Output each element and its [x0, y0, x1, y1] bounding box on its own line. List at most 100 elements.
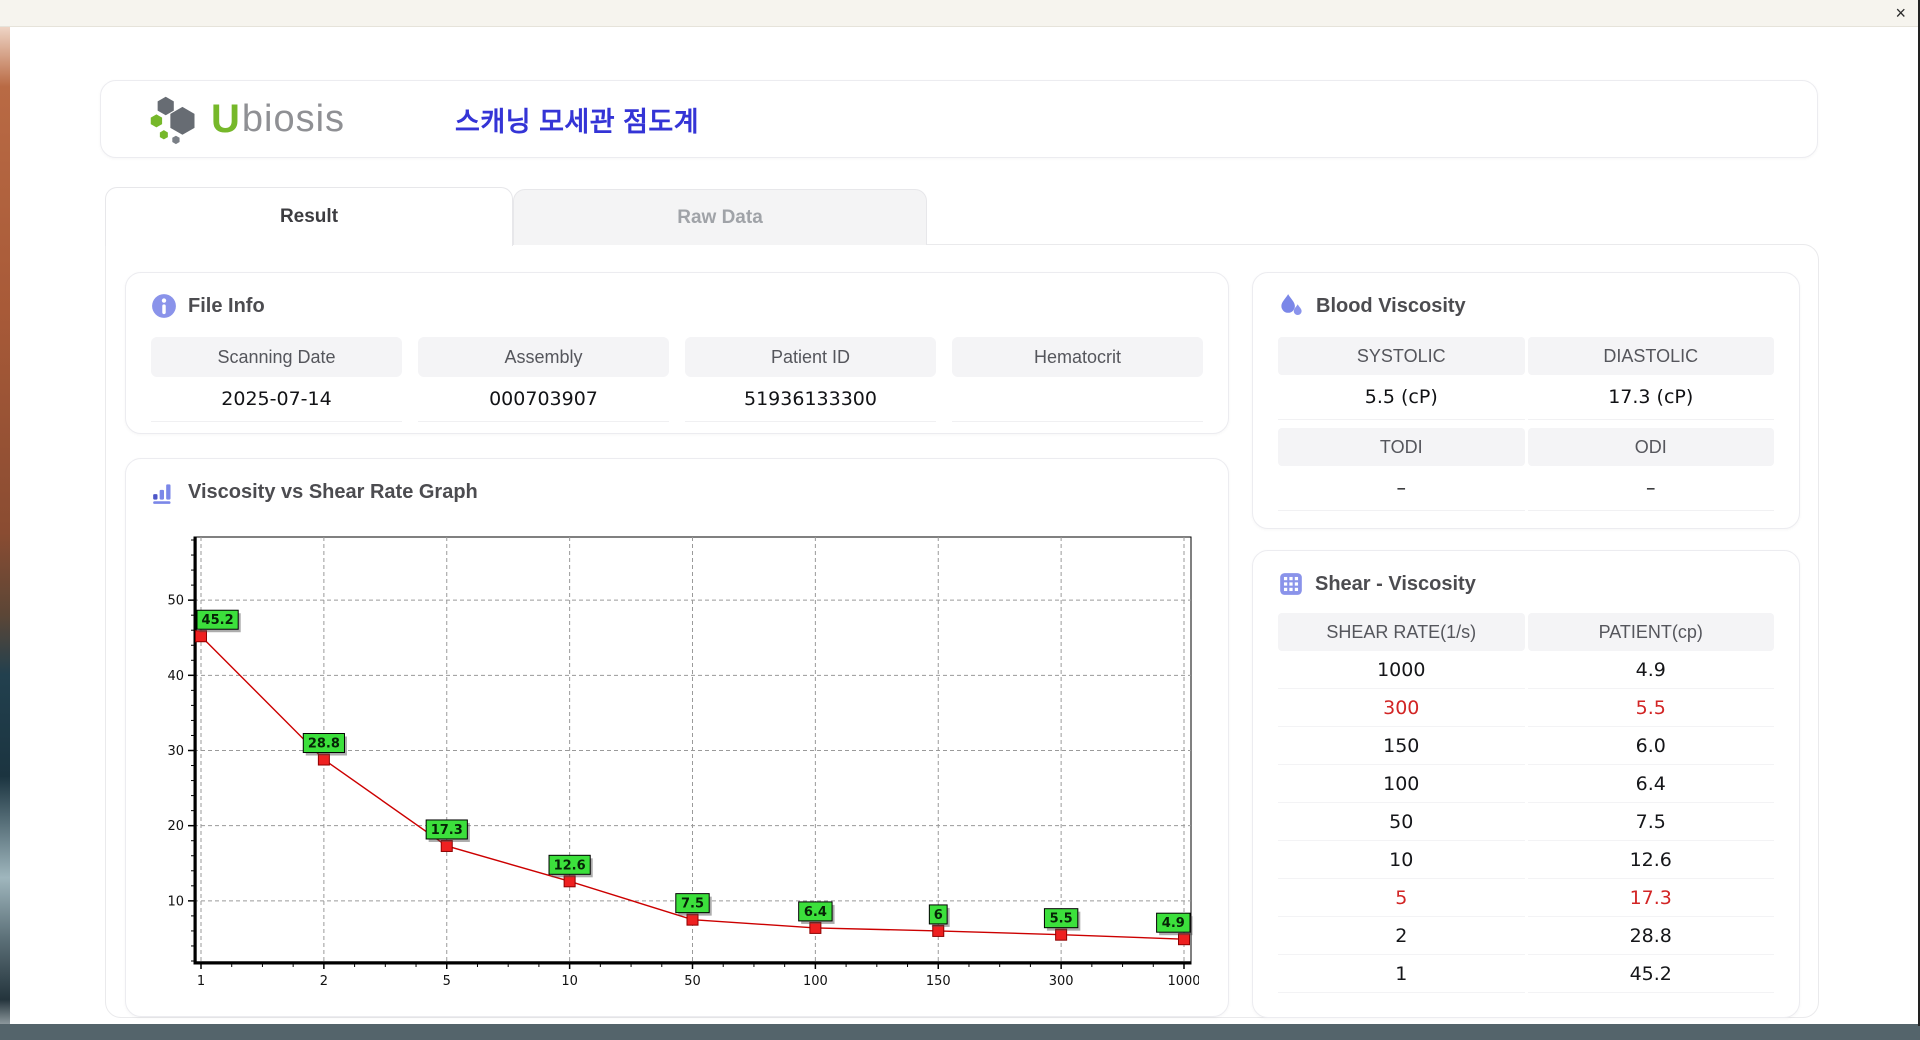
table-row: 150 6.0 [1278, 727, 1774, 765]
patient-cell: 6.0 [1527, 727, 1774, 765]
patient-cell: 45.2 [1527, 955, 1774, 993]
field-value [952, 377, 1203, 422]
field-label: Assembly [418, 337, 669, 377]
svg-text:5.5: 5.5 [1050, 912, 1073, 927]
logo-text-u: U [211, 96, 240, 141]
viscosity-graph-card: Viscosity vs Shear Rate Graph 10 20 30 40 50… [125, 458, 1229, 1017]
field-value: 000703907 [418, 377, 669, 422]
svg-text:1: 1 [197, 974, 205, 989]
shear-rate-cell: 100 [1278, 765, 1525, 803]
svg-text:50: 50 [684, 974, 701, 989]
patient-cell: 17.3 [1527, 879, 1774, 917]
svg-text:12.6: 12.6 [554, 858, 586, 873]
svg-text:40: 40 [167, 669, 184, 684]
field-hematocrit: Hematocrit [952, 337, 1203, 422]
svg-text:28.8: 28.8 [308, 737, 340, 752]
shear-rate-cell: 2 [1278, 917, 1525, 955]
file-info-title: File Info [188, 294, 265, 317]
shear-viscosity-card: Shear - Viscosity SHEAR RATE(1/s) PATIEN… [1252, 550, 1800, 1018]
page-title: 스캐닝 모세관 점도계 [455, 106, 700, 137]
patient-cell: 7.5 [1527, 803, 1774, 841]
systolic-header: SYSTOLIC [1278, 337, 1525, 375]
desktop-background-bottom [0, 1024, 1920, 1040]
field-value: 51936133300 [685, 377, 936, 422]
column-header-patient: PATIENT(cp) [1527, 613, 1774, 651]
table-grid-icon [1280, 573, 1302, 595]
column-header-shear-rate: SHEAR RATE(1/s) [1278, 613, 1525, 651]
shear-rate-cell: 10 [1278, 841, 1525, 879]
svg-text:1000: 1000 [1167, 974, 1199, 989]
graph-title: Viscosity vs Shear Rate Graph [188, 480, 478, 503]
window-titlebar: × [0, 0, 1920, 27]
svg-text:300: 300 [1049, 974, 1074, 989]
hexagon-cluster-icon [150, 96, 195, 145]
field-label: Hematocrit [952, 337, 1203, 377]
svg-text:2: 2 [320, 974, 328, 989]
svg-text:6.4: 6.4 [804, 905, 827, 920]
odi-header: ODI [1527, 428, 1774, 466]
svg-text:6: 6 [934, 908, 943, 923]
shear-rate-cell: 150 [1278, 727, 1525, 765]
svg-text:50: 50 [167, 594, 184, 609]
svg-text:5: 5 [443, 974, 451, 989]
svg-text:20: 20 [167, 819, 184, 834]
field-label: Patient ID [685, 337, 936, 377]
table-row: 1 45.2 [1278, 955, 1774, 993]
systolic-value: 5.5 (cP) [1278, 375, 1525, 420]
viscosity-chart: 10 20 30 40 50 1 2 5 10 50 100 150 300 1000 45.2 28.8 17… [154, 531, 1201, 996]
table-row: 300 5.5 [1278, 689, 1774, 727]
shear-viscosity-table: SHEAR RATE(1/s) PATIENT(cp) 1000 4.9 300… [1278, 613, 1774, 993]
patient-cell: 6.4 [1527, 765, 1774, 803]
shear-rate-cell: 300 [1278, 689, 1525, 727]
field-label: Scanning Date [151, 337, 402, 377]
table-row: 1000 4.9 [1278, 651, 1774, 689]
svg-text:100: 100 [803, 974, 828, 989]
shear-rate-cell: 1000 [1278, 651, 1525, 689]
patient-cell: 4.9 [1527, 651, 1774, 689]
diastolic-header: DIASTOLIC [1527, 337, 1774, 375]
svg-text:30: 30 [167, 744, 184, 759]
svg-text:10: 10 [561, 974, 578, 989]
svg-text:150: 150 [926, 974, 951, 989]
field-assembly: Assembly 000703907 [418, 337, 669, 422]
svg-text:17.3: 17.3 [431, 823, 463, 838]
app-header-card: Ubiosis 스캐닝 모세관 점도계 [100, 80, 1818, 158]
svg-text:10: 10 [167, 894, 184, 909]
close-icon[interactable]: × [1895, 2, 1906, 24]
svg-text:4.9: 4.9 [1162, 916, 1185, 931]
logo-text-biosis: biosis [241, 97, 346, 140]
patient-cell: 5.5 [1527, 689, 1774, 727]
svg-text:7.5: 7.5 [681, 897, 704, 912]
viscosity-chart-svg: 10 20 30 40 50 1 2 5 10 50 100 150 300 1000 45.2 28.8 17… [167, 536, 1201, 989]
diastolic-value: 17.3 (cP) [1527, 375, 1774, 420]
tab-result[interactable]: Result [105, 187, 513, 246]
odi-value: – [1527, 466, 1774, 511]
shear-rate-cell: 50 [1278, 803, 1525, 841]
file-info-card: File Info Scanning Date 2025-07-14 Assem… [125, 272, 1229, 434]
table-row: 2 28.8 [1278, 917, 1774, 955]
patient-cell: 28.8 [1527, 917, 1774, 955]
blood-viscosity-title: Blood Viscosity [1316, 295, 1466, 317]
field-value: 2025-07-14 [151, 377, 402, 422]
todi-value: – [1278, 466, 1525, 511]
shear-viscosity-title: Shear - Viscosity [1315, 572, 1476, 595]
table-row: 100 6.4 [1278, 765, 1774, 803]
field-scanning-date: Scanning Date 2025-07-14 [151, 337, 402, 422]
svg-text:45.2: 45.2 [202, 613, 234, 628]
table-row: 5 17.3 [1278, 879, 1774, 917]
blood-viscosity-table: SYSTOLIC DIASTOLIC 5.5 (cP) 17.3 (cP) TO… [1278, 337, 1774, 519]
table-row: 10 12.6 [1278, 841, 1774, 879]
desktop-background-left [0, 26, 10, 1040]
ubiosis-logo: Ubiosis [147, 93, 345, 145]
tab-raw-data[interactable]: Raw Data [513, 189, 927, 245]
field-patient-id: Patient ID 51936133300 [685, 337, 936, 422]
shear-rate-cell: 5 [1278, 879, 1525, 917]
patient-cell: 12.6 [1527, 841, 1774, 879]
todi-header: TODI [1278, 428, 1525, 466]
bar-chart-icon [153, 484, 171, 504]
blood-viscosity-card: Blood Viscosity SYSTOLIC DIASTOLIC 5.5 (… [1252, 272, 1800, 529]
table-row: 50 7.5 [1278, 803, 1774, 841]
shear-rate-cell: 1 [1278, 955, 1525, 993]
info-icon [152, 294, 176, 318]
droplets-icon [1281, 294, 1302, 316]
